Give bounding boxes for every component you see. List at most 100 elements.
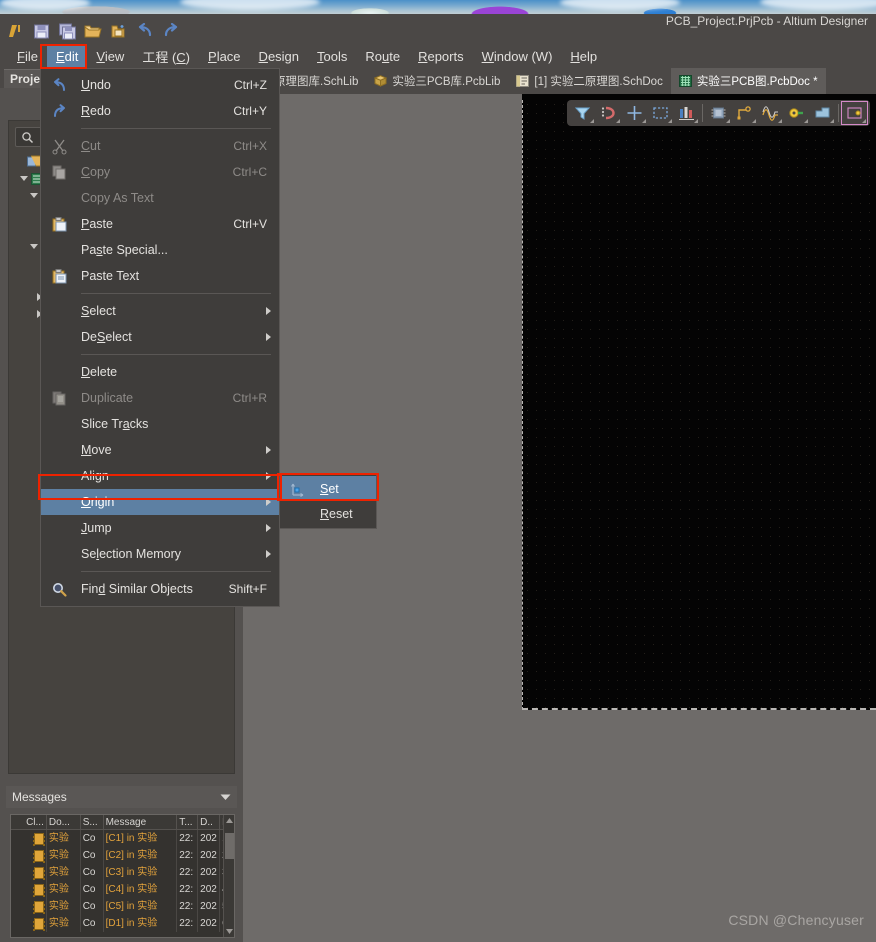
save-icon[interactable]	[30, 20, 52, 42]
messages-column-header[interactable]: T...	[177, 815, 199, 829]
menu-view[interactable]: View	[87, 46, 133, 67]
messages-cell: 实验	[47, 847, 81, 864]
messages-cell: 202	[198, 830, 221, 847]
messages-column-header[interactable]: Message	[104, 815, 178, 829]
menu-item-label: Paste	[81, 217, 113, 231]
messages-column-header[interactable]: Do...	[47, 815, 81, 829]
menu-item-jump[interactable]: Jump	[41, 515, 279, 541]
menu-item-origin[interactable]: Origin	[41, 489, 279, 515]
menu-item-label: Cut	[81, 139, 101, 153]
menu-item-align[interactable]: Align	[41, 463, 279, 489]
menu-route[interactable]: Route	[356, 46, 409, 67]
menu-item-paste-text[interactable]: Paste Text	[41, 263, 279, 289]
open-project-icon[interactable]	[108, 20, 130, 42]
differential-pair-icon[interactable]	[758, 102, 783, 124]
messages-row[interactable]: 实验Co[C4] in 实验22:2024	[11, 881, 234, 898]
chevron-down-icon[interactable]	[29, 191, 38, 200]
component-chip-icon	[32, 866, 45, 879]
chevron-down-icon[interactable]	[220, 788, 231, 806]
menu-item-select[interactable]: Select	[41, 298, 279, 324]
watermark-text: CSDN @Chencyuser	[728, 912, 864, 928]
messages-row[interactable]: 实验Co[D1] in 实验22:2026	[11, 915, 234, 932]
messages-cell: [C5] in 实验	[104, 898, 178, 915]
messages-cell: 实验	[47, 898, 81, 915]
menu-edit[interactable]: Edit	[46, 45, 88, 67]
document-tab[interactable]: [1] 实验二原理图.SchDoc	[508, 68, 670, 94]
menu-place[interactable]: Place	[199, 46, 250, 67]
toolbar-separator	[838, 104, 839, 122]
chevron-right-icon	[266, 446, 271, 454]
submenu-item-reset[interactable]: Reset	[280, 501, 376, 526]
document-tab[interactable]: 实验三PCB库.PcbLib	[366, 68, 508, 94]
chevron-down-icon[interactable]	[29, 242, 38, 251]
scroll-up-icon[interactable]	[225, 815, 234, 826]
menu-item-move[interactable]: Move	[41, 437, 279, 463]
undo-arrow-icon[interactable]	[134, 20, 156, 42]
menu-item-label: Duplicate	[81, 391, 134, 405]
via-pad-icon[interactable]	[784, 102, 809, 124]
menu-item-selection-memory[interactable]: Selection Memory	[41, 541, 279, 567]
menu-item-delete[interactable]: Delete	[41, 359, 279, 385]
messages-cell-class	[11, 864, 47, 881]
altium-logo-icon[interactable]	[4, 20, 26, 42]
menu-item-label: Paste Text	[81, 269, 140, 283]
set-origin-icon	[289, 480, 307, 498]
menu-item-paste-special[interactable]: Paste Special...	[41, 237, 279, 263]
messages-scrollbar[interactable]	[223, 815, 234, 937]
magnet-snap-icon[interactable]	[596, 102, 621, 124]
messages-row[interactable]: 实验Co[C1] in 实验22:2021	[11, 830, 234, 847]
polygon-pour-icon[interactable]	[810, 102, 835, 124]
menu-item-shortcut: Shift+F	[228, 582, 267, 596]
scrollbar-thumb[interactable]	[225, 833, 234, 859]
menu-item-label: Selection Memory	[81, 547, 182, 561]
filter-funnel-icon[interactable]	[570, 102, 595, 124]
route-trace-icon[interactable]	[732, 102, 757, 124]
dimension-icon[interactable]	[841, 101, 868, 125]
submenu-item-set[interactable]: Set	[280, 476, 376, 501]
component-chip-icon	[32, 900, 45, 913]
messages-column-header[interactable]: Cl...	[11, 815, 47, 829]
messages-column-header[interactable]: D..	[198, 815, 221, 829]
menu-reports[interactable]: Reports	[409, 46, 473, 67]
crosshair-icon[interactable]	[622, 102, 647, 124]
menu-file[interactable]: File	[8, 46, 47, 67]
menu-c[interactable]: 工程 (C)	[133, 44, 199, 69]
menu-tools[interactable]: Tools	[308, 46, 356, 67]
component-chip-icon	[32, 883, 45, 896]
save-all-icon[interactable]	[56, 20, 78, 42]
menu-item-label: Copy	[81, 165, 111, 179]
component-chip-icon	[32, 917, 45, 930]
messages-row[interactable]: 实验Co[C2] in 实验22:2022	[11, 847, 234, 864]
menu-item-redo[interactable]: Redo Ctrl+Y	[41, 98, 279, 124]
selection-box-icon[interactable]	[648, 102, 673, 124]
messages-column-header[interactable]: S...	[81, 815, 104, 829]
layer-stack-icon[interactable]	[674, 102, 699, 124]
menu-item-label: Align	[81, 469, 109, 483]
menu-help[interactable]: Help	[561, 46, 606, 67]
scroll-down-icon[interactable]	[225, 926, 234, 937]
messages-row[interactable]: 实验Co[C3] in 实验22:2023	[11, 864, 234, 881]
menu-item-cut: Cut Ctrl+X	[41, 133, 279, 159]
messages-cell: 22:	[177, 864, 199, 881]
menu-item-deselect[interactable]: DeSelect	[41, 324, 279, 350]
chevron-right-icon	[266, 472, 271, 480]
menu-item-label: Jump	[81, 521, 112, 535]
messages-cell: 202	[198, 847, 221, 864]
messages-grid: Cl...Do...S...MessageT...D..N.. 实验Co[C1]…	[10, 814, 235, 938]
pcblib-icon	[374, 75, 388, 87]
document-tab[interactable]: 实验三PCB图.PcbDoc *	[670, 68, 826, 94]
component-chip-icon[interactable]	[706, 102, 731, 124]
chevron-down-icon[interactable]	[19, 174, 28, 183]
menu-item-undo[interactable]: Undo Ctrl+Z	[41, 72, 279, 98]
menu-item-paste[interactable]: Paste Ctrl+V	[41, 211, 279, 237]
redo-arrow-icon[interactable]	[160, 20, 182, 42]
open-folder-icon[interactable]	[82, 20, 104, 42]
menu-design[interactable]: Design	[250, 46, 308, 67]
menu-item-slice-tracks[interactable]: Slice Tracks	[41, 411, 279, 437]
menu-item-find-similar-objects[interactable]: Find Similar Objects Shift+F	[41, 576, 279, 602]
messages-row[interactable]: 实验Co[C5] in 实验22:2025	[11, 898, 234, 915]
pcb-canvas[interactable]	[522, 100, 876, 710]
menu-windoww[interactable]: Window (W)	[473, 46, 562, 67]
redo-arrow-icon	[50, 102, 68, 120]
menu-item-duplicate: Duplicate Ctrl+R	[41, 385, 279, 411]
